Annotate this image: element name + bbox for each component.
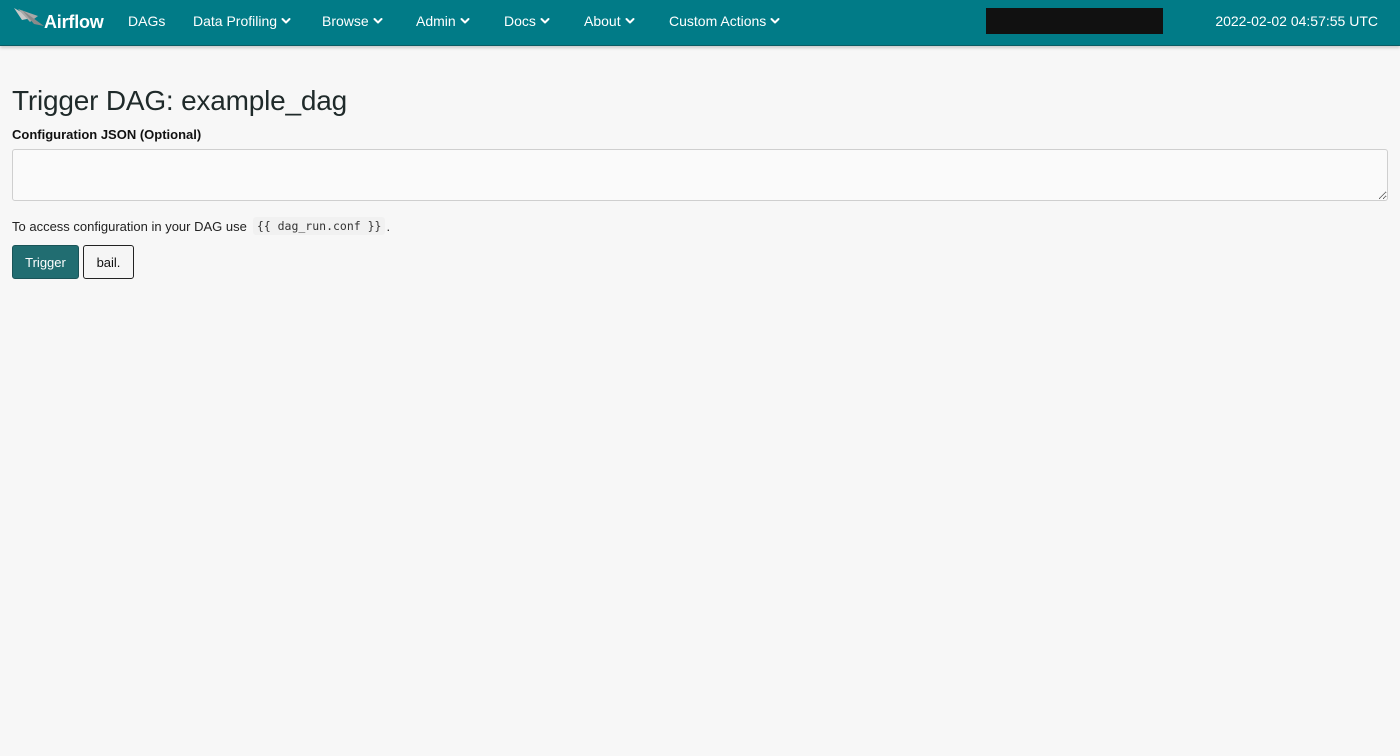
conf-help-code: {{ dag_run.conf }} [252, 217, 386, 235]
airflow-logo-icon [12, 6, 44, 39]
bail-button[interactable]: bail. [83, 245, 134, 279]
chevron-down-icon [280, 15, 292, 27]
nav-browse-label: Browse [322, 13, 369, 29]
nav-dags[interactable]: DAGs [128, 13, 165, 29]
nav-about-label: About [584, 13, 621, 29]
chevron-down-icon [769, 15, 781, 27]
chevron-down-icon [459, 15, 471, 27]
nav-dags-label: DAGs [128, 13, 166, 29]
nav-data-profiling[interactable]: Data Profiling [193, 13, 292, 29]
brand-name: Airflow [44, 11, 104, 32]
trigger-button[interactable]: Trigger [12, 245, 79, 279]
chevron-down-icon [624, 15, 636, 27]
top-navbar: Airflow DAGs Data Profiling Browse Admin… [0, 0, 1400, 46]
conf-help-prefix: To access configuration in your DAG use [12, 218, 247, 234]
brand-link[interactable]: Airflow [12, 5, 104, 39]
redacted-user-box [986, 8, 1163, 34]
conf-json-label: Configuration JSON (Optional) [12, 127, 202, 142]
nav-custom-actions-label: Custom Actions [669, 13, 767, 29]
chevron-down-icon [539, 15, 551, 27]
nav-docs-label: Docs [504, 13, 536, 29]
utc-clock: 2022-02-02 04:57:55 UTC [1215, 13, 1378, 29]
page-title: Trigger DAG: example_dag [12, 85, 347, 116]
nav-data-profiling-label: Data Profiling [193, 13, 278, 29]
nav-admin[interactable]: Admin [416, 13, 471, 29]
nav-browse[interactable]: Browse [322, 13, 384, 29]
nav-custom-actions[interactable]: Custom Actions [669, 13, 781, 29]
nav-docs[interactable]: Docs [504, 13, 551, 29]
conf-json-textarea[interactable] [12, 149, 1388, 201]
conf-help-suffix: . [386, 218, 391, 234]
nav-about[interactable]: About [584, 13, 636, 29]
chevron-down-icon [372, 15, 384, 27]
nav-admin-label: Admin [416, 13, 456, 29]
trigger-dag-form: Trigger DAG: example_dag Configuration J… [12, 84, 1388, 279]
conf-help-text: To access configuration in your DAG use … [12, 217, 1388, 235]
form-actions: Trigger bail. [12, 245, 1388, 279]
